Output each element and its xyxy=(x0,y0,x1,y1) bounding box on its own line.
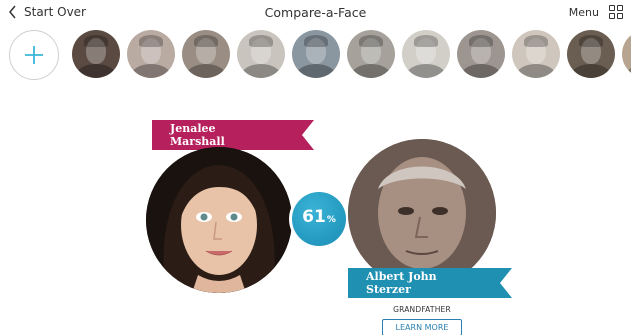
learn-more-button[interactable]: LEARN MORE xyxy=(382,319,462,335)
match-value: 61 xyxy=(302,207,326,227)
ancestor-thumbnail[interactable] xyxy=(292,30,340,78)
banner-tail xyxy=(490,268,512,298)
ancestor-thumbnail[interactable] xyxy=(182,30,230,78)
ancestor-thumbnail[interactable] xyxy=(512,30,560,78)
plus-icon xyxy=(25,46,43,64)
ancestor-thumbnail[interactable] xyxy=(72,30,120,78)
banner-tail xyxy=(292,120,314,150)
ancestor-name-banner: Albert John Sterzer xyxy=(348,268,512,298)
user-name: Jenalee Marshall xyxy=(152,120,292,150)
ancestor-face-illustration xyxy=(348,139,496,287)
top-bar: Start Over Compare-a-Face Menu xyxy=(0,0,631,28)
grid-menu-icon xyxy=(609,5,623,19)
ancestor-thumbnail[interactable] xyxy=(347,30,395,78)
add-photo-button[interactable] xyxy=(9,30,59,80)
ancestor-thumbnail[interactable] xyxy=(402,30,450,78)
match-score: 61 % xyxy=(289,189,349,249)
menu-button[interactable]: Menu xyxy=(569,5,623,19)
ancestor-thumbnail[interactable] xyxy=(127,30,175,78)
ancestor-name: Albert John Sterzer xyxy=(348,268,490,298)
menu-label: Menu xyxy=(568,5,599,19)
match-score-circle: 61 % xyxy=(292,192,346,246)
ancestor-strip[interactable] xyxy=(0,29,631,84)
ancestor-thumbnail[interactable] xyxy=(567,30,615,78)
ancestor-thumbnail[interactable] xyxy=(237,30,285,78)
relationship-label: GRANDFATHER xyxy=(393,305,451,314)
user-name-banner: Jenalee Marshall xyxy=(152,120,314,150)
ancestor-thumbnail[interactable] xyxy=(622,30,631,78)
ancestor-thumbnail[interactable] xyxy=(457,30,505,78)
ancestor-thumbnail-list xyxy=(72,30,631,78)
user-face-illustration xyxy=(146,147,292,293)
ancestor-portrait xyxy=(348,139,496,287)
page-title: Compare-a-Face xyxy=(264,5,367,20)
user-portrait xyxy=(146,147,292,293)
match-unit: % xyxy=(326,215,336,225)
